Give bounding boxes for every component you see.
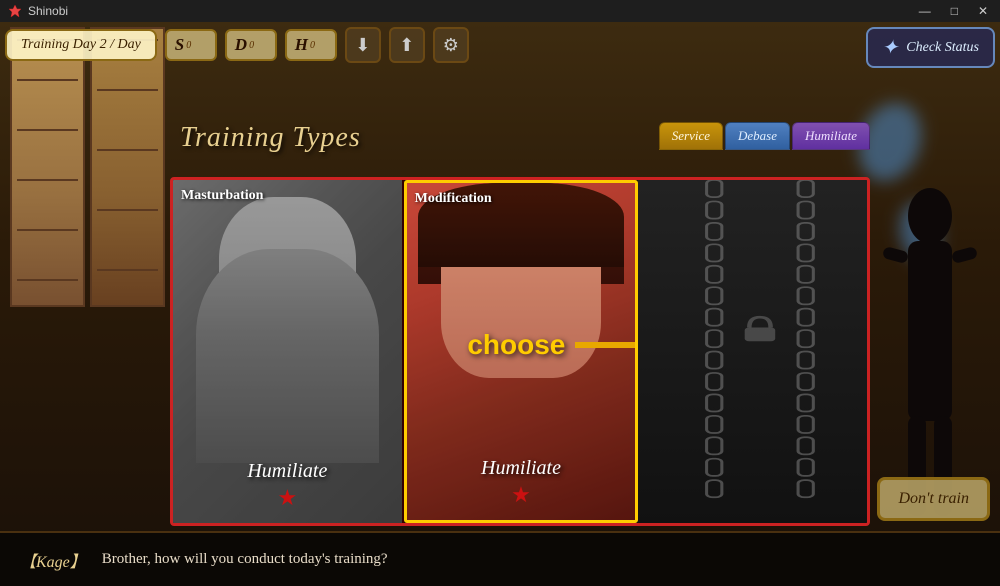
check-status-label: Check Status — [906, 40, 979, 56]
card-locked[interactable] — [638, 180, 867, 523]
toolbar: Training Day 2 / Day S0 D0 H0 ⬇ ⬆ ⚙ — [5, 27, 469, 63]
training-grid: Masturbation Humiliate ★ Modification Hu… — [170, 177, 870, 526]
download-icon: ⬇ — [355, 35, 370, 56]
training-day-badge: Training Day 2 / Day — [5, 29, 157, 61]
titlebar-left: Shinobi — [8, 4, 68, 18]
card-modification[interactable]: Modification Humiliate ★ choose — [404, 180, 639, 523]
stat-h-sub: 0 — [310, 40, 315, 51]
stat-d-letter: D — [235, 35, 247, 55]
upload-button[interactable]: ⬆ — [389, 27, 425, 63]
window-title: Shinobi — [28, 4, 68, 18]
card-3-chains — [638, 180, 867, 523]
tab-service-label: Service — [672, 128, 710, 143]
dialog-text: Brother, how will you conduct today's tr… — [102, 551, 388, 568]
card-1-top-label: Masturbation — [181, 188, 394, 204]
stat-h-badge: H0 — [285, 29, 337, 61]
character-silhouette — [880, 176, 980, 526]
app-icon — [8, 4, 22, 18]
card-2-top-label: Modification — [415, 191, 628, 207]
star-icon: ✦ — [882, 35, 899, 60]
game-area: Training Day 2 / Day S0 D0 H0 ⬇ ⬆ ⚙ ✦ Ch… — [0, 22, 1000, 586]
settings-button[interactable]: ⚙ — [433, 27, 469, 63]
dialog-speaker: 【Kage】 — [20, 548, 86, 572]
tab-service[interactable]: Service — [659, 122, 723, 150]
sliding-door-2 — [90, 27, 165, 307]
tab-debase-label: Debase — [738, 128, 777, 143]
window-controls: — □ ✕ — [915, 4, 992, 18]
card-1-star: ★ — [277, 485, 297, 511]
training-tabs: Service Debase Humiliate — [659, 122, 870, 150]
training-panel: Training Types Service Debase Humiliate — [170, 122, 870, 526]
card-2-bottom-label: Humiliate — [407, 457, 636, 480]
stat-h-letter: H — [295, 35, 308, 55]
titlebar: Shinobi — □ ✕ — [0, 0, 1000, 22]
close-button[interactable]: ✕ — [974, 4, 992, 18]
stat-s-letter: S — [175, 35, 184, 55]
tab-debase[interactable]: Debase — [725, 122, 790, 150]
stat-d-sub: 0 — [249, 40, 254, 51]
check-status-button[interactable]: ✦ Check Status — [866, 27, 995, 68]
dont-train-button[interactable]: Don't train — [877, 477, 990, 521]
card-1-bottom-label: Humiliate — [173, 460, 402, 483]
stat-s-badge: S0 — [165, 29, 217, 61]
stat-d-badge: D0 — [225, 29, 277, 61]
stat-s-sub: 0 — [186, 40, 191, 51]
settings-icon: ⚙ — [443, 35, 459, 56]
tab-humiliate-label: Humiliate — [805, 128, 857, 143]
tab-humiliate[interactable]: Humiliate — [792, 122, 870, 150]
download-button[interactable]: ⬇ — [345, 27, 381, 63]
card-masturbation[interactable]: Masturbation Humiliate ★ — [173, 180, 404, 523]
sliding-door-1 — [10, 27, 85, 307]
card-2-star: ★ — [511, 482, 531, 508]
maximize-button[interactable]: □ — [947, 4, 962, 18]
minimize-button[interactable]: — — [915, 4, 935, 18]
upload-icon: ⬆ — [399, 35, 414, 56]
dialog-bar: 【Kage】 Brother, how will you conduct tod… — [0, 531, 1000, 586]
